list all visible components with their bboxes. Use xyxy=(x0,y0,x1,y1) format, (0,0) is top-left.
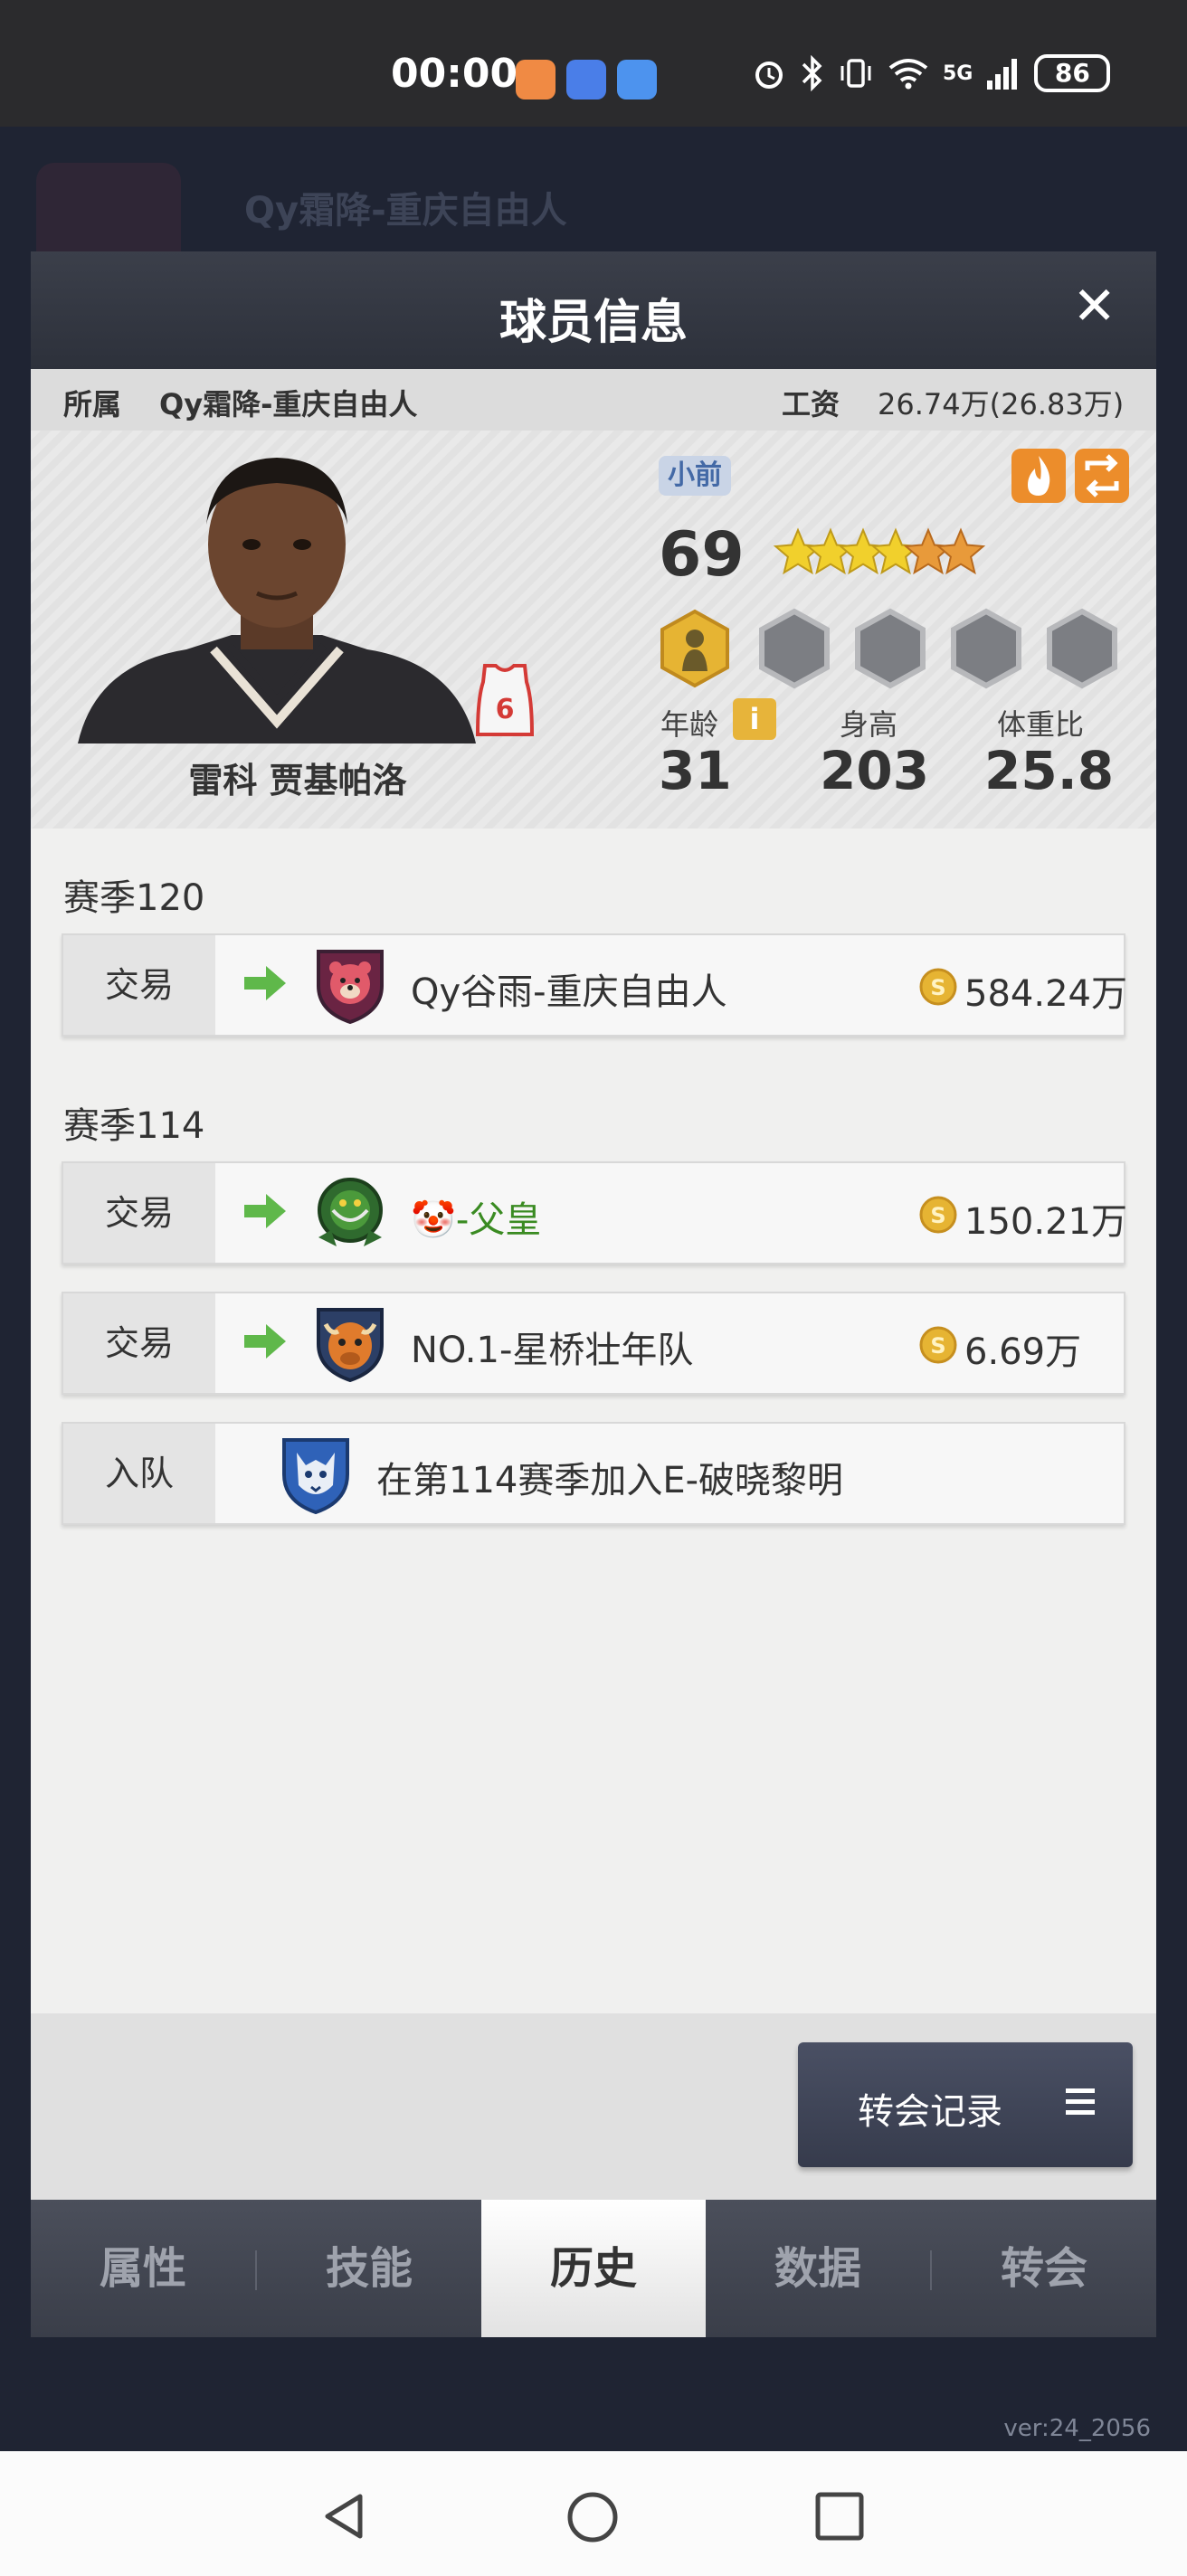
position-badge: 小前 xyxy=(659,456,731,496)
arrow-right-icon xyxy=(244,1194,286,1228)
version-label: ver:24_2056 xyxy=(1003,2415,1151,2442)
bluetooth-icon xyxy=(802,55,822,91)
tab-data[interactable]: 数据 xyxy=(706,2200,930,2337)
network-type: 5G xyxy=(943,62,973,85)
trade-amount: 150.21万 xyxy=(964,1201,1127,1243)
svg-text:S: S xyxy=(930,975,945,1000)
action-area: 转会记录 xyxy=(31,2013,1156,2200)
history-type: 交易 xyxy=(63,935,215,1035)
player-avatar xyxy=(78,458,476,743)
join-description: 在第114赛季加入E-破晓黎明 xyxy=(376,1460,844,1501)
modal-title: 球员信息 xyxy=(499,296,688,350)
team-name: Qy霜降-重庆自由人 xyxy=(159,387,418,421)
badge-slot-icon xyxy=(1047,608,1117,689)
coin-icon: S xyxy=(919,1196,957,1234)
jersey-icon: 6 xyxy=(475,664,535,736)
badge-slot-icon xyxy=(951,608,1021,689)
salary-label: 工资 xyxy=(782,387,840,421)
modal-header: 球员信息 ✕ xyxy=(31,251,1156,369)
age-label: 年龄 xyxy=(660,707,719,742)
jersey-number: 6 xyxy=(496,694,515,725)
trade-amount: 584.24万 xyxy=(964,973,1127,1015)
height-label: 身高 xyxy=(840,707,898,742)
badge-row xyxy=(660,608,1117,689)
team-name-text: -父皇 xyxy=(455,1199,542,1241)
flame-button[interactable] xyxy=(1011,449,1066,503)
team-logo-dragon xyxy=(318,1178,383,1246)
team-logo-bear xyxy=(317,950,384,1024)
history-row[interactable]: 交易 🤡-父皇 S 150.21万 xyxy=(62,1161,1127,1264)
svg-text:S: S xyxy=(930,1203,945,1228)
star-half-icon xyxy=(935,527,986,575)
ratio-label: 体重比 xyxy=(997,707,1085,742)
salary-value: 26.74万(26.83万) xyxy=(878,387,1125,421)
signal-icon xyxy=(987,59,1018,90)
star-rating xyxy=(773,527,986,575)
menu-icon xyxy=(1066,2088,1095,2115)
swap-button[interactable] xyxy=(1075,449,1129,503)
tab-history[interactable]: 历史 xyxy=(481,2200,706,2337)
height-value: 203 xyxy=(820,740,930,801)
notification-message-icon xyxy=(617,60,657,99)
badge-slot-icon xyxy=(855,608,926,689)
transfer-record-button[interactable]: 转会记录 xyxy=(798,2042,1133,2167)
team-name: 🤡-父皇 xyxy=(411,1190,541,1243)
tab-skills[interactable]: 技能 xyxy=(257,2200,481,2337)
tab-bar: 属性 技能 历史 数据 转会 xyxy=(31,2200,1156,2337)
svg-text:S: S xyxy=(930,1333,945,1359)
team-salary-bar: 所属 Qy霜降-重庆自由人 工资 26.74万(26.83万) xyxy=(31,369,1156,431)
season-label: 赛季114 xyxy=(63,1105,205,1147)
tab-transfer[interactable]: 转会 xyxy=(932,2200,1156,2337)
wifi-icon xyxy=(888,59,928,90)
badge-slot-icon xyxy=(759,608,830,689)
vibrate-icon xyxy=(840,59,871,88)
ratio-value: 25.8 xyxy=(984,740,1115,801)
coin-icon: S xyxy=(919,1326,957,1364)
close-button[interactable]: ✕ xyxy=(1072,279,1116,333)
alarm-icon xyxy=(755,62,783,89)
history-type: 入队 xyxy=(63,1424,215,1523)
team-name: NO.1-星桥壮年队 xyxy=(411,1330,694,1371)
status-bar: 00:00 5G 86 xyxy=(0,0,1187,127)
team-name: Qy谷雨-重庆自由人 xyxy=(411,971,727,1013)
battery-indicator: 86 xyxy=(1034,54,1111,92)
flame-icon xyxy=(1028,456,1050,496)
recents-icon[interactable] xyxy=(814,2491,865,2542)
age-value: 31 xyxy=(659,740,732,801)
background-team-name: Qy霜降-重庆自由人 xyxy=(244,190,567,232)
info-icon[interactable]: i xyxy=(733,698,776,740)
system-nav-bar xyxy=(0,2451,1187,2576)
history-row[interactable]: 入队 在第114赛季加入E-破晓黎明 xyxy=(62,1422,1125,1525)
transfer-record-label: 转会记录 xyxy=(858,2091,1002,2133)
history-row[interactable]: 交易 Qy谷雨-重庆自由人 S 584.24万 xyxy=(62,933,1127,1037)
player-name: 雷科 贾基帕洛 xyxy=(188,761,407,800)
swap-icon xyxy=(1085,454,1119,497)
close-icon: ✕ xyxy=(1072,275,1116,336)
team-logo-wolf xyxy=(282,1438,349,1514)
trade-amount: 6.69万 xyxy=(964,1331,1082,1373)
arrow-right-icon xyxy=(244,966,286,1000)
player-info-modal: 球员信息 ✕ 所属 Qy霜降-重庆自由人 工资 26.74万(26.83万) 6… xyxy=(31,251,1156,2337)
team-logo-ox xyxy=(317,1308,384,1382)
arrow-right-icon xyxy=(244,1324,286,1359)
clown-emoji-icon: 🤡 xyxy=(411,1199,456,1241)
history-type: 交易 xyxy=(63,1293,215,1393)
overall-rating: 69 xyxy=(659,519,745,591)
season-label: 赛季120 xyxy=(63,877,205,919)
badge-player-icon xyxy=(660,609,729,688)
notification-app-icon xyxy=(516,60,556,99)
home-icon[interactable] xyxy=(566,2491,619,2543)
status-time: 00:00 xyxy=(391,51,518,97)
back-icon[interactable] xyxy=(318,2491,369,2542)
history-type: 交易 xyxy=(63,1163,215,1263)
history-row[interactable]: 交易 NO.1-星桥壮年队 S 6.69万 xyxy=(62,1292,1125,1395)
team-label: 所属 xyxy=(63,387,122,421)
notification-browser-icon xyxy=(566,60,606,99)
player-profile: 6 雷科 贾基帕洛 小前 69 年龄 i 31 身高 203 体重比 25.8 xyxy=(31,431,1156,829)
coin-icon: S xyxy=(919,968,957,1006)
tab-attributes[interactable]: 属性 xyxy=(31,2200,255,2337)
